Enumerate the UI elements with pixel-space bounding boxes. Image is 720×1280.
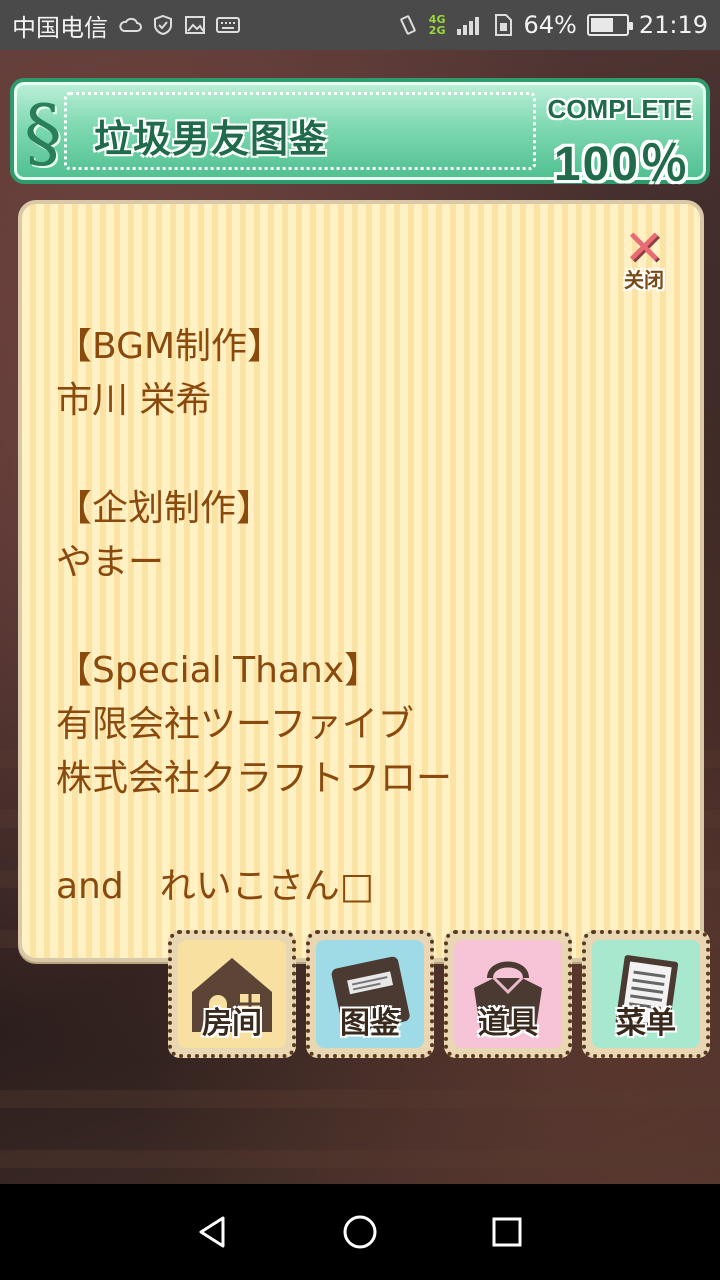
credits-text: 【BGM制作】 市川 栄希 【企划制作】 やまー 【Special Thanx】… (56, 320, 616, 914)
title-banner: § 垃圾男友图鉴 COMPLETE 100％ (10, 78, 710, 191)
close-label: 关闭 (624, 268, 664, 292)
sim-icon (493, 13, 513, 37)
credit-line: 株式会社クラフトフロー (56, 758, 453, 799)
credit-spacer (56, 428, 616, 482)
credits-panel: ✕ 关闭 【BGM制作】 市川 栄希 【企划制作】 やまー 【Special T… (18, 200, 704, 962)
credit-line: 【BGM制作】 (56, 326, 284, 367)
credit-line: 【Special Thanx】 (56, 650, 381, 691)
bottom-menu: 房间 图鉴 道具 菜单 (168, 930, 712, 1062)
cloud-icon (118, 17, 142, 33)
credit-line: and れいこさん□ (56, 866, 374, 907)
back-icon[interactable] (183, 1202, 243, 1262)
room-button-face: 房间 (178, 940, 286, 1048)
credit-line: 有限会社ツーファイブ (56, 704, 414, 745)
items-button-label: 道具 (478, 1006, 538, 1041)
battery-icon (586, 14, 633, 36)
credit-spacer (56, 590, 616, 644)
menu-button[interactable]: 菜单 (582, 930, 710, 1058)
carrier-name: 中国电信 (12, 13, 108, 42)
encyclopedia-button[interactable]: 图鉴 (306, 930, 434, 1058)
menu-button-label: 菜单 (616, 1006, 676, 1041)
complete-label: COMPLETE (547, 94, 692, 124)
home-icon[interactable] (330, 1202, 390, 1262)
close-button[interactable]: ✕ 关闭 (614, 224, 674, 294)
status-bar: 中国电信 4G 2G 64% 21:19 (0, 0, 720, 50)
complete-percent: 100％ (553, 138, 690, 191)
credit-line: 市川 栄希 (56, 380, 212, 421)
vibrate-icon (397, 14, 419, 36)
room-button-label: 房间 (202, 1006, 262, 1041)
navigation-bar (0, 1184, 720, 1280)
battery-percent: 64% (523, 11, 577, 39)
page-title: 垃圾男友图鉴 (94, 117, 329, 161)
network-type: 4G 2G (428, 13, 446, 37)
room-button[interactable]: 房间 (168, 930, 296, 1058)
menu-button-face: 菜单 (592, 940, 700, 1048)
encyclopedia-button-face: 图鉴 (316, 940, 424, 1048)
credit-line: 【企划制作】 (56, 488, 273, 529)
shield-check-icon (152, 14, 174, 36)
credit-line: やまー (56, 542, 165, 583)
keyboard-icon (216, 16, 240, 34)
image-icon (184, 14, 206, 36)
credit-spacer (56, 806, 616, 860)
section-icon: § (24, 88, 62, 177)
signal-icon (455, 14, 483, 36)
recents-icon[interactable] (477, 1202, 537, 1262)
clock: 21:19 (638, 11, 708, 39)
items-button-face: 道具 (454, 940, 562, 1048)
encyclopedia-button-label: 图鉴 (340, 1006, 400, 1041)
items-button[interactable]: 道具 (444, 930, 572, 1058)
